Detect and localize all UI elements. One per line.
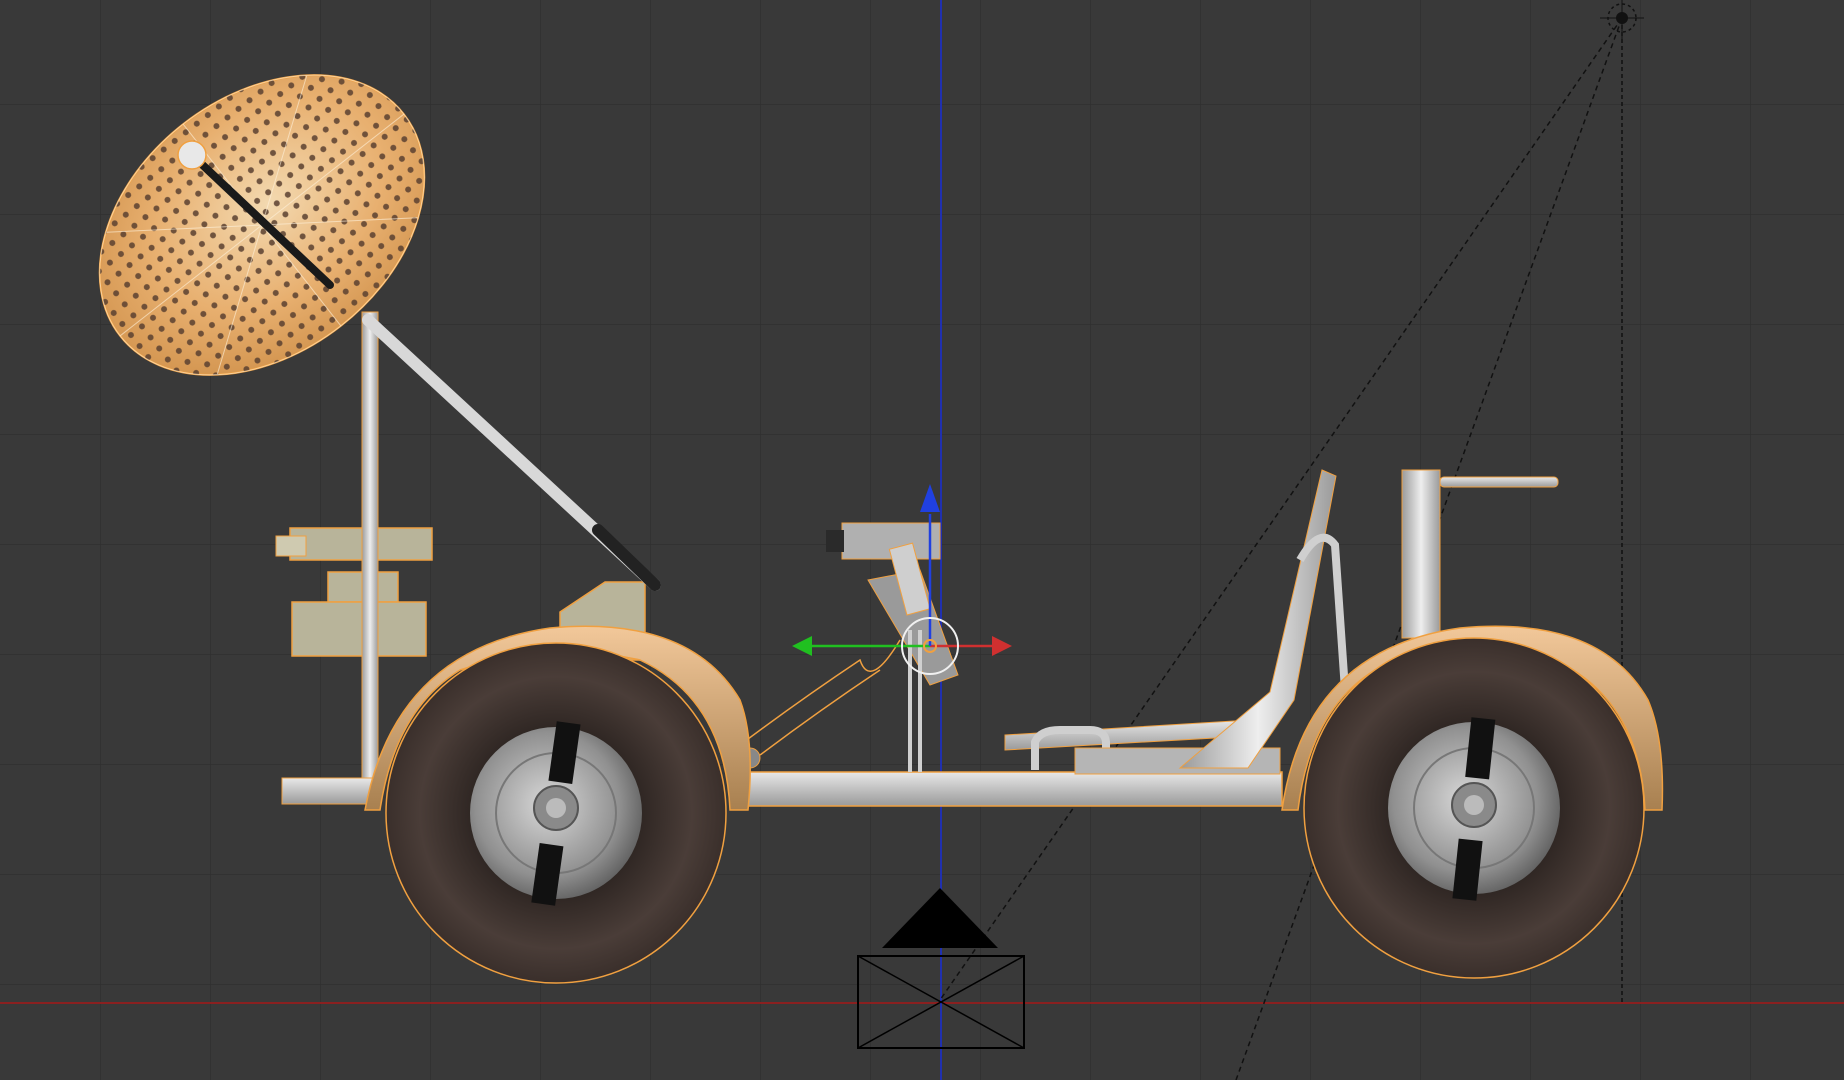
battery-box-upper [289,527,433,561]
chassis-frame [735,771,1283,807]
battery-box-lens [275,535,307,557]
antenna-mast [361,311,379,783]
3d-viewport[interactable] [0,0,1844,1080]
viewport-canvas[interactable] [0,0,1844,1080]
front-bumper [281,777,375,805]
rear-handle [1439,476,1559,488]
tv-camera-lens [826,530,844,552]
rear-post [1401,469,1441,639]
battery-box-lower [291,601,427,657]
feed-horn [177,140,207,170]
